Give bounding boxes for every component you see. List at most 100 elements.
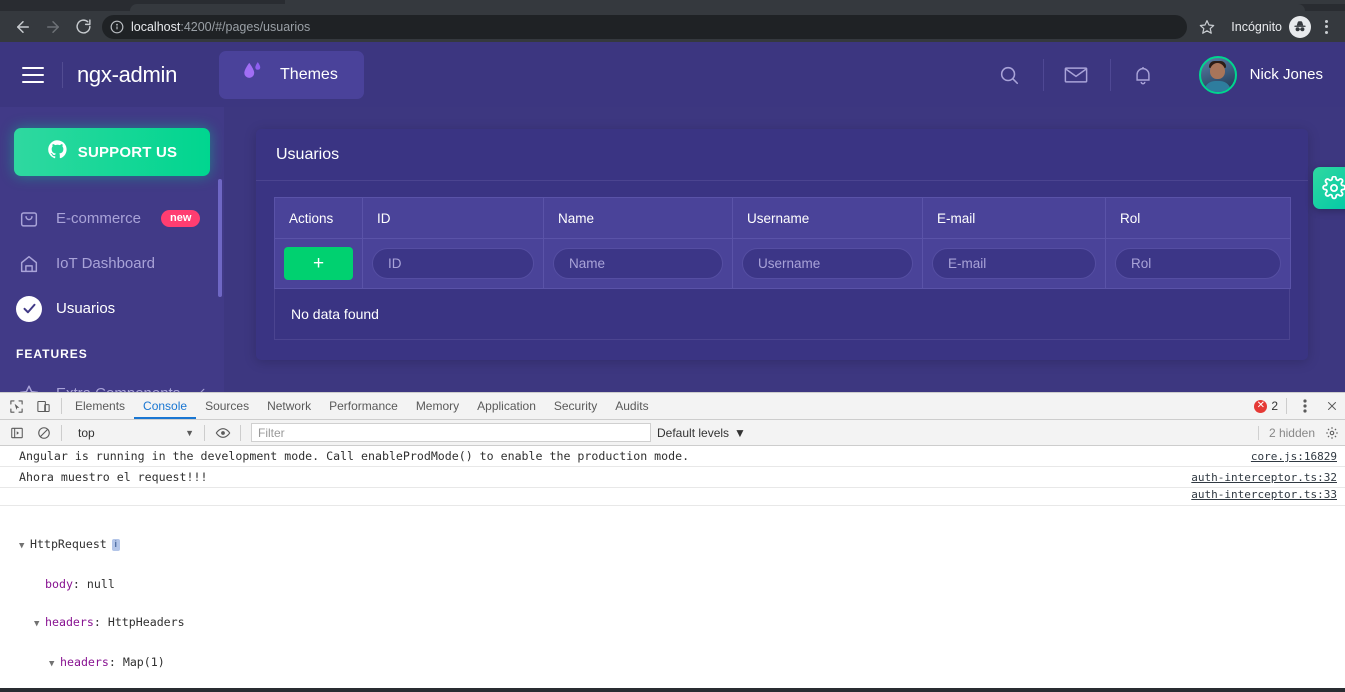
- active-tab-shape[interactable]: [130, 4, 1305, 11]
- toolbar-divider: [240, 424, 241, 441]
- search-input-email[interactable]: [932, 248, 1096, 279]
- console-message-row[interactable]: auth-interceptor.ts:33: [0, 488, 1345, 506]
- url-host: localhost: [131, 19, 181, 34]
- column-header-name[interactable]: Name: [543, 197, 733, 239]
- search-input-rol[interactable]: [1115, 248, 1281, 279]
- card-body: Actions ID Name Username E-mail Rol + ID…: [256, 181, 1308, 360]
- console-object-separator: :: [108, 655, 123, 669]
- sidebar-item-label: IoT Dashboard: [56, 255, 155, 272]
- star-icon[interactable]: [1193, 14, 1221, 40]
- expand-triangle-down-icon[interactable]: [34, 616, 45, 632]
- address-bar[interactable]: localhost:4200/#/pages/usuarios: [102, 14, 1188, 39]
- console-message-row[interactable]: Ahora muestro el request!!! auth-interce…: [0, 467, 1345, 488]
- expand-triangle-down-icon[interactable]: [49, 656, 60, 672]
- back-arrow-icon[interactable]: [8, 14, 38, 40]
- tab-console[interactable]: Console: [134, 393, 196, 419]
- sidebar-item-ecommerce[interactable]: E-commerce new: [0, 196, 224, 241]
- usuarios-card: Usuarios Actions ID Name Username E-mail…: [256, 129, 1308, 360]
- sidebar-item-extra-components[interactable]: Extra Components: [0, 371, 224, 392]
- search-input-id[interactable]: [372, 248, 534, 279]
- column-header-rol[interactable]: Rol: [1105, 197, 1291, 239]
- tab-memory[interactable]: Memory: [407, 393, 468, 419]
- devtools-panel: Elements Console Sources Network Perform…: [0, 392, 1345, 688]
- error-count-badge[interactable]: ✕ 2: [1254, 399, 1278, 413]
- support-us-button[interactable]: SUPPORT US: [14, 128, 210, 176]
- column-header-email[interactable]: E-mail: [922, 197, 1106, 239]
- filter-input[interactable]: [258, 425, 644, 440]
- envelope-icon[interactable]: [1042, 55, 1110, 95]
- hamburger-icon[interactable]: [14, 56, 52, 94]
- sidebar-item-label: E-commerce: [56, 210, 142, 227]
- console-object-tree[interactable]: HttpRequest i body: nullheaders: HttpHeade…: [0, 506, 1345, 688]
- gear-icon[interactable]: [1313, 167, 1345, 209]
- inspect-cursor-icon[interactable]: [3, 393, 30, 419]
- tab-audits[interactable]: Audits: [606, 393, 657, 419]
- info-circle-icon[interactable]: [110, 20, 124, 34]
- column-header-username[interactable]: Username: [732, 197, 923, 239]
- sidebar-scrollbar[interactable]: [218, 179, 222, 297]
- console-toolbar: top ▼ Default levels ▼ 2 hidden: [0, 420, 1345, 446]
- clear-console-icon[interactable]: [30, 420, 57, 446]
- console-message-source[interactable]: core.js:16829: [1251, 450, 1337, 463]
- github-icon: [47, 139, 68, 165]
- filter-cell-name: [543, 238, 733, 289]
- toolbar-divider: [61, 398, 62, 414]
- search-icon[interactable]: [976, 55, 1043, 95]
- search-input-username[interactable]: [742, 248, 913, 279]
- tab-elements[interactable]: Elements: [66, 393, 134, 419]
- console-object-row[interactable]: headers: HttpHeaders: [0, 592, 1345, 632]
- check-circle-icon: [16, 295, 42, 322]
- add-user-button[interactable]: +: [284, 247, 353, 280]
- column-header-id[interactable]: ID: [362, 197, 544, 239]
- console-message-source[interactable]: auth-interceptor.ts:33: [1191, 488, 1337, 501]
- tab-application[interactable]: Application: [468, 393, 545, 419]
- app-brand[interactable]: ngx-admin: [77, 62, 177, 88]
- search-input-name[interactable]: [553, 248, 723, 279]
- console-context-value: top: [78, 425, 95, 440]
- console-sidebar-icon[interactable]: [3, 420, 30, 446]
- header-divider: [62, 61, 63, 88]
- console-object-row[interactable]: headers: Map(1): [0, 632, 1345, 672]
- column-header-actions[interactable]: Actions: [274, 197, 363, 239]
- tab-performance[interactable]: Performance: [320, 393, 407, 419]
- sidebar-item-usuarios[interactable]: Usuarios: [0, 286, 224, 331]
- device-toolbar-icon[interactable]: [30, 393, 57, 419]
- console-message-text: Angular is running in the development mo…: [19, 449, 690, 463]
- console-message-text: Ahora muestro el request!!!: [19, 470, 208, 484]
- browser-tab-strip: [0, 0, 1345, 11]
- tab-network[interactable]: Network: [258, 393, 320, 419]
- actions-cell: +: [274, 238, 363, 289]
- app-body: SUPPORT US E-commerce new IoT Dashboard: [0, 107, 1345, 392]
- sidebar-menu: E-commerce new IoT Dashboard Usuarios FE…: [0, 196, 224, 392]
- close-icon[interactable]: [1318, 393, 1345, 419]
- sidebar-item-iot-dashboard[interactable]: IoT Dashboard: [0, 241, 224, 286]
- console-output[interactable]: Angular is running in the development mo…: [0, 446, 1345, 688]
- console-object-row[interactable]: body: null: [0, 554, 1345, 592]
- reload-icon[interactable]: [68, 14, 98, 40]
- console-message-row[interactable]: Angular is running in the development mo…: [0, 446, 1345, 467]
- tab-security[interactable]: Security: [545, 393, 606, 419]
- forward-arrow-icon[interactable]: [38, 14, 68, 40]
- info-badge-icon[interactable]: i: [111, 539, 120, 551]
- console-object-key: HttpRequest: [30, 537, 107, 551]
- themes-button[interactable]: Themes: [219, 50, 364, 99]
- browser-toolbar: localhost:4200/#/pages/usuarios Incógnit…: [0, 11, 1345, 42]
- console-filter-box[interactable]: [251, 423, 651, 442]
- expand-triangle-down-icon[interactable]: [19, 538, 30, 554]
- filter-cell-id: [362, 238, 544, 289]
- console-object-row[interactable]: HttpRequest i: [0, 514, 1345, 554]
- three-dot-menu-icon[interactable]: [1315, 14, 1337, 40]
- bell-icon[interactable]: [1109, 55, 1177, 95]
- incognito-indicator[interactable]: Incógnito: [1231, 15, 1311, 38]
- console-object-row[interactable]: size: (...): [0, 672, 1345, 688]
- home-icon: [16, 253, 42, 275]
- user-profile[interactable]: Nick Jones: [1198, 55, 1323, 94]
- log-levels-select[interactable]: Default levels ▼: [657, 426, 746, 440]
- settings-gear-icon[interactable]: [1319, 426, 1345, 440]
- tab-sources[interactable]: Sources: [196, 393, 258, 419]
- console-message-source[interactable]: auth-interceptor.ts:32: [1191, 471, 1337, 484]
- three-dot-menu-icon[interactable]: [1291, 393, 1318, 419]
- live-expression-icon[interactable]: [209, 420, 236, 446]
- status-badge: new: [161, 210, 201, 227]
- console-context-select[interactable]: top ▼: [70, 423, 200, 443]
